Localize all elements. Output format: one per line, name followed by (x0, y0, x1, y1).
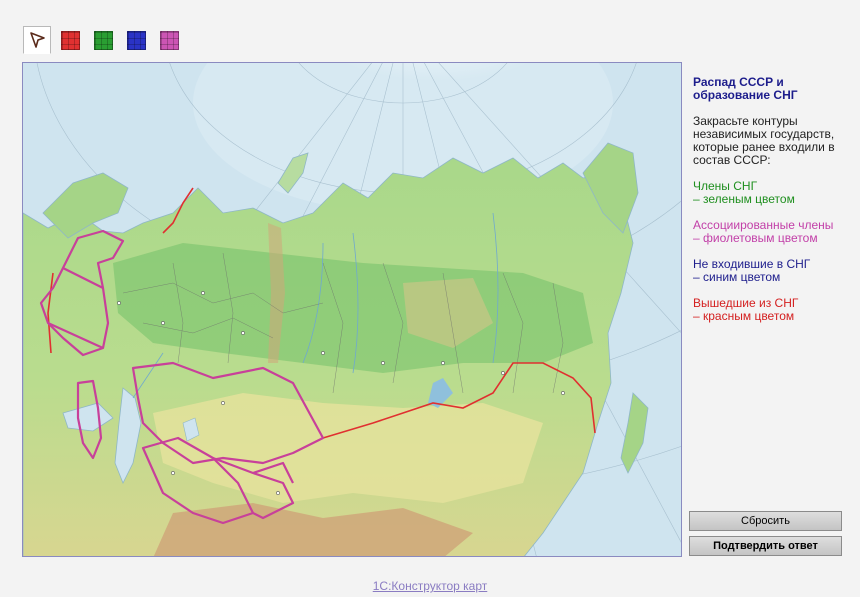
green-swatch-icon (93, 30, 113, 50)
confirm-answer-button[interactable]: Подтвердить ответ (689, 536, 842, 556)
task-title: Распад СССР и образование СНГ (693, 75, 798, 102)
pointer-tool[interactable] (23, 26, 51, 54)
eurasia-relief-map (23, 63, 681, 556)
legend-cis-members-color-hint: – зеленым цветом (693, 192, 795, 206)
violet-swatch-icon (159, 30, 179, 50)
map-canvas[interactable] (22, 62, 682, 557)
task-panel: Распад СССР и образование СНГ Закрасьте … (693, 76, 843, 336)
reset-button[interactable]: Сбросить (689, 511, 842, 531)
legend-withdrawn-color-hint: – красным цветом (693, 309, 795, 323)
blue-swatch-icon (126, 30, 146, 50)
map-constructor-link[interactable]: 1С:Конструктор карт (0, 579, 860, 593)
green-fill-tool[interactable] (89, 26, 117, 54)
red-fill-tool[interactable] (56, 26, 84, 54)
legend-withdrawn: Вышедшие из СНГ – красным цветом (693, 297, 843, 323)
legend-associated-members-color-hint: – фиолетовым цветом (693, 231, 818, 245)
legend-cis-members: Члены СНГ – зеленым цветом (693, 180, 843, 206)
legend-non-members: Не входившие в СНГ – синим цветом (693, 258, 843, 284)
task-description: Закрасьте контуры независимых государств… (693, 114, 835, 167)
map-toolbar (23, 26, 188, 54)
legend-non-members-color-hint: – синим цветом (693, 270, 781, 284)
legend-associated-members: Ассоциированные члены – фиолетовым цвето… (693, 219, 843, 245)
arrow-pointer-icon (30, 32, 45, 48)
violet-fill-tool[interactable] (155, 26, 183, 54)
red-swatch-icon (60, 30, 80, 50)
blue-fill-tool[interactable] (122, 26, 150, 54)
